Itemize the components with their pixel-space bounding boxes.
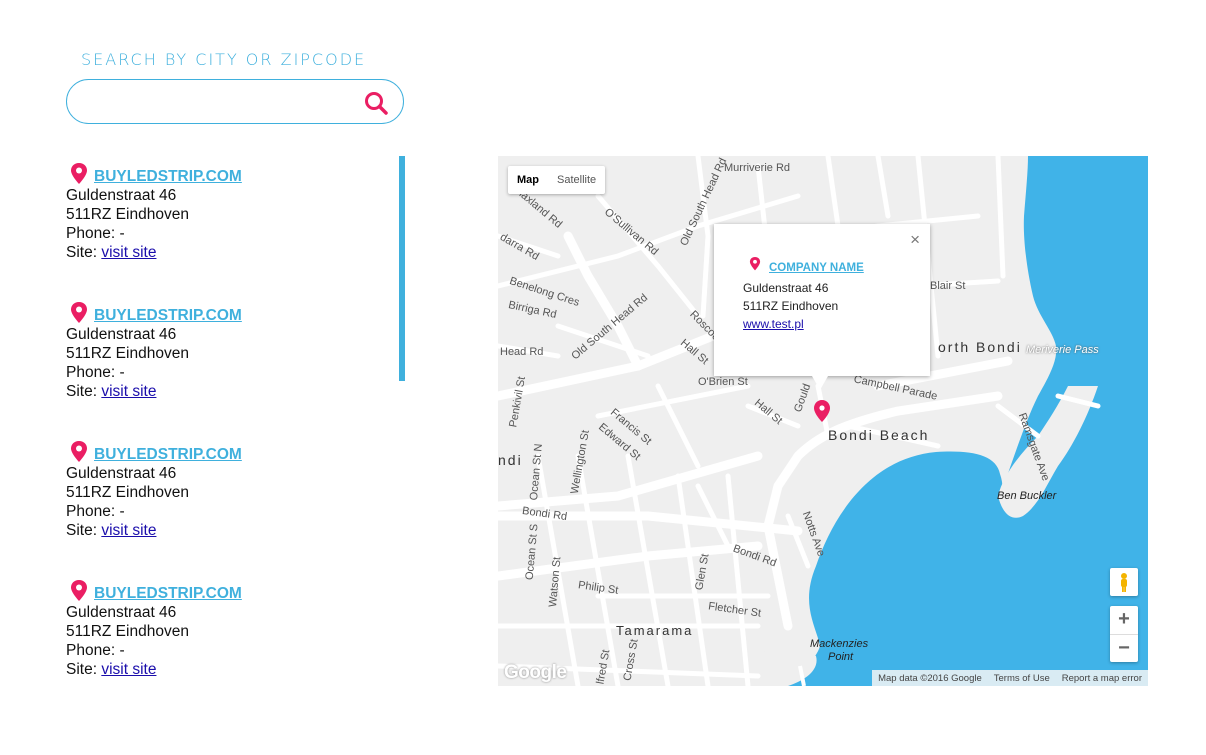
result-street: Guldenstraat 46 [66,465,177,482]
result-city: 511RZ Eindhoven [66,484,189,501]
suburb-label: ndi [498,452,523,468]
suburb-label: orth Bondi [938,339,1022,355]
phone-label: Phone: [66,225,120,242]
search-title: SEARCH BY CITY OR ZIPCODE [81,50,367,69]
place-label: Point [828,651,854,663]
results-scrollbar[interactable] [399,156,405,381]
zoom-control: + − [1110,606,1138,662]
info-window: × COMPANY NAME Guldenstraat 46 511RZ Ein… [714,224,930,390]
result-phone: Phone: - [66,363,406,382]
result-phone: Phone: - [66,502,406,521]
place-label: Ben Buckler [997,490,1057,502]
phone-label: Phone: [66,364,120,381]
phone-value: - [119,503,125,520]
result-city: 511RZ Eindhoven [66,623,189,640]
place-label: Mackenzies [810,638,869,650]
place-label: Meriverie Pass [1026,344,1099,356]
map-attribution: Map data ©2016 Google Terms of Use Repor… [872,670,1148,686]
google-logo: Google [504,662,567,683]
site-label: Site: [66,244,102,261]
search-box [66,79,404,124]
phone-value: - [119,364,125,381]
info-window-website-link[interactable]: www.test.pl [743,317,804,331]
map-type-satellite-button[interactable]: Satellite [548,166,605,194]
result-site: Site: visit site [66,660,406,679]
phone-value: - [119,225,125,242]
list-item: BUYLEDSTRIP.COM Guldenstraat 46 511RZ Ei… [66,573,406,686]
result-site: Site: visit site [66,243,406,262]
pegman-icon [1121,573,1127,592]
search-icon [365,92,388,115]
search-input[interactable] [85,88,359,116]
site-label: Site: [66,383,102,400]
result-title-link[interactable]: BUYLEDSTRIP.COM [94,584,242,603]
site-label: Site: [66,661,102,678]
results-list: BUYLEDSTRIP.COM Guldenstraat 46 511RZ Ei… [66,156,406,686]
street-label: O'Brien St [698,376,748,388]
street-label: Blair St [930,280,966,292]
suburb-label: Bondi Beach [828,427,930,443]
result-site: Site: visit site [66,382,406,401]
street-label: Murriverie Rd [724,162,791,174]
result-street: Guldenstraat 46 [66,187,177,204]
visit-site-link[interactable]: visit site [101,244,156,261]
terms-of-use-link[interactable]: Terms of Use [988,673,1056,684]
zoom-out-button[interactable]: − [1110,635,1138,663]
report-error-link[interactable]: Report a map error [1056,673,1148,684]
result-phone: Phone: - [66,641,406,660]
map-pin-icon [71,580,87,601]
street-view-pegman[interactable] [1110,568,1138,596]
map-pin-icon [71,441,87,462]
map-type-control: Map Satellite [508,166,606,194]
info-window-street: Guldenstraat 46 [743,281,829,295]
visit-site-link[interactable]: visit site [101,661,156,678]
site-label: Site: [66,522,102,539]
phone-label: Phone: [66,503,120,520]
suburb-label: Tamarama [616,623,694,638]
close-icon[interactable]: × [910,230,920,250]
result-title-link[interactable]: BUYLEDSTRIP.COM [94,167,242,186]
zoom-in-button[interactable]: + [1110,606,1138,634]
result-city: 511RZ Eindhoven [66,206,189,223]
map-pin-icon [71,302,87,323]
map[interactable]: Murriverie Rd O'Sullivan Rd Old South He… [498,156,1148,686]
visit-site-link[interactable]: visit site [101,522,156,539]
phone-value: - [119,642,125,659]
info-window-city: 511RZ Eindhoven [743,299,839,313]
map-data-credit: Map data ©2016 Google [878,672,982,684]
list-item: BUYLEDSTRIP.COM Guldenstraat 46 511RZ Ei… [66,156,406,295]
result-phone: Phone: - [66,224,406,243]
result-street: Guldenstraat 46 [66,604,177,621]
list-item: BUYLEDSTRIP.COM Guldenstraat 46 511RZ Ei… [66,434,406,573]
result-site: Site: visit site [66,521,406,540]
info-window-header: COMPANY NAME [748,254,864,274]
visit-site-link[interactable]: visit site [101,383,156,400]
info-window-url: www.test.pl [743,317,804,331]
result-title-link[interactable]: BUYLEDSTRIP.COM [94,306,242,325]
info-window-title-link[interactable]: COMPANY NAME [769,262,864,274]
map-pin-icon [71,163,87,184]
result-title-link[interactable]: BUYLEDSTRIP.COM [94,445,242,464]
list-item: BUYLEDSTRIP.COM Guldenstraat 46 511RZ Ei… [66,295,406,434]
search-button[interactable] [363,90,389,116]
phone-label: Phone: [66,642,120,659]
result-street: Guldenstraat 46 [66,326,177,343]
street-label: Head Rd [500,346,544,358]
map-pin-icon [749,257,761,271]
result-city: 511RZ Eindhoven [66,345,189,362]
map-type-map-button[interactable]: Map [508,166,548,194]
